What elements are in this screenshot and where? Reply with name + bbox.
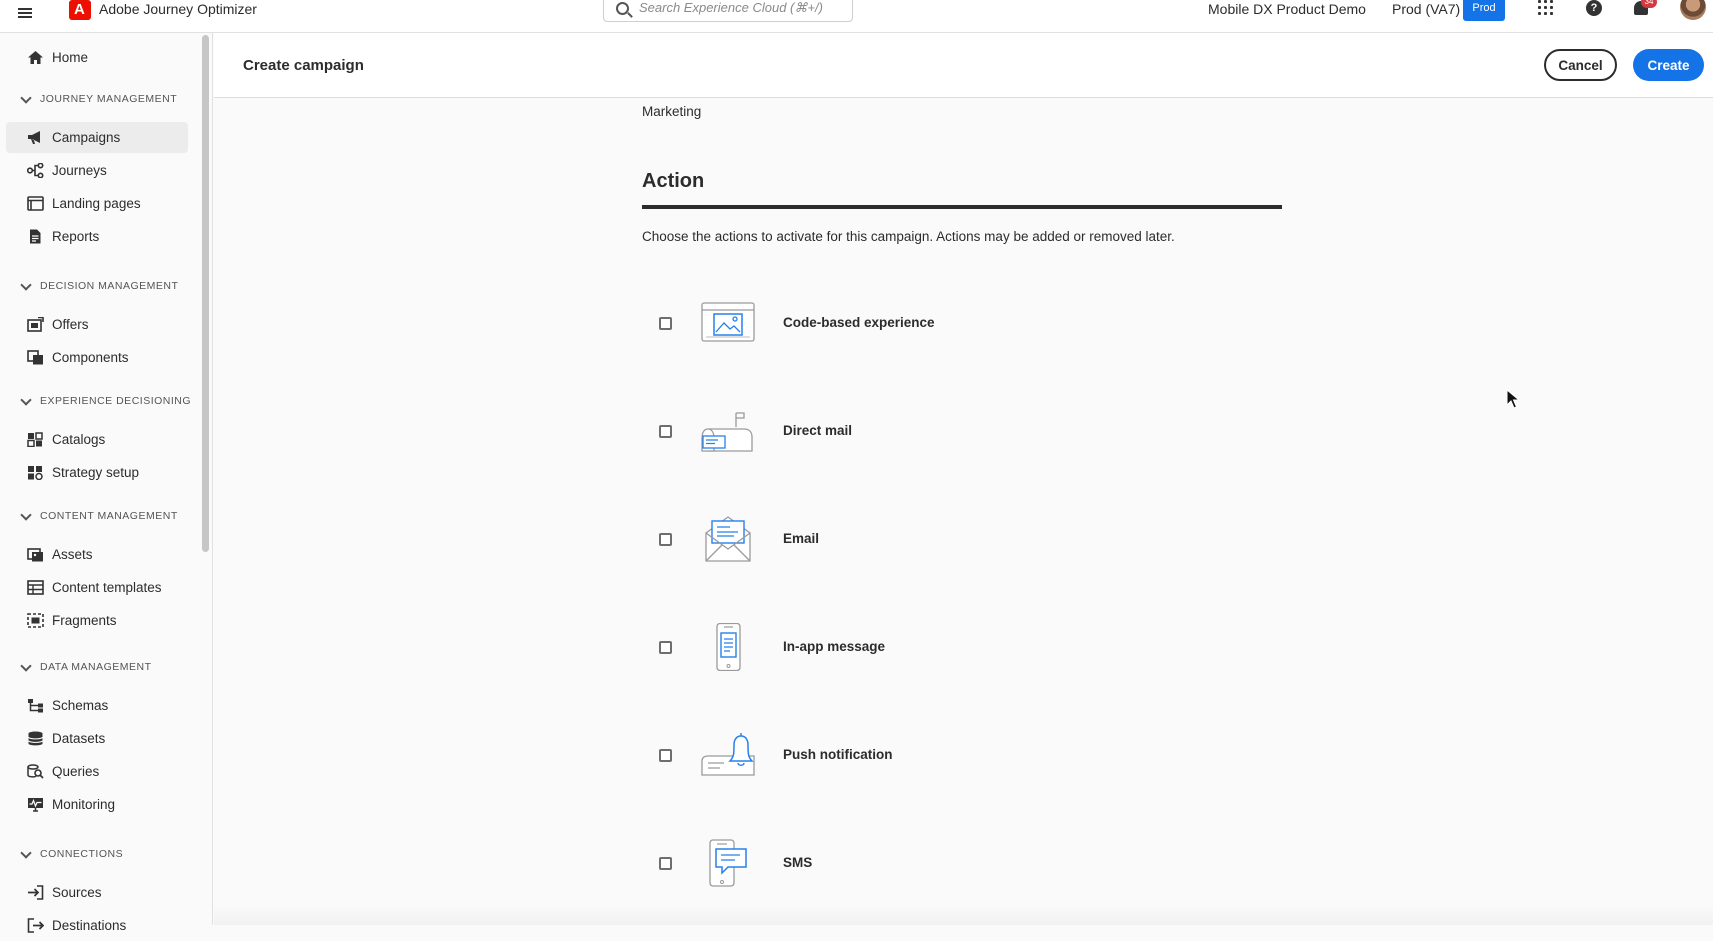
chevron-down-icon xyxy=(20,394,32,406)
sidebar-item-components[interactable]: Components xyxy=(6,342,188,373)
action-option-direct-mail[interactable]: Direct mail xyxy=(642,401,1242,461)
chevron-down-icon xyxy=(20,279,32,291)
action-option-label: Email xyxy=(783,531,820,546)
template-icon xyxy=(27,580,44,595)
section-experience-decisioning[interactable]: EXPERIENCE DECISIONING xyxy=(18,393,198,413)
sms-icon xyxy=(709,839,747,887)
sidebar-item-content-templates[interactable]: Content templates xyxy=(6,572,188,603)
action-section-heading: Action xyxy=(642,170,705,192)
page-header xyxy=(214,33,1713,98)
catalog-icon xyxy=(27,432,43,447)
mouse-cursor-icon xyxy=(1506,389,1520,409)
section-data-management[interactable]: DATA MANAGEMENT xyxy=(18,659,198,679)
action-option-push-notification[interactable]: Push notification xyxy=(642,725,1242,785)
action-option-in-app-message[interactable]: In-app message xyxy=(642,617,1242,677)
sidebar-item-strategy-setup[interactable]: Strategy setup xyxy=(6,457,188,488)
org-switcher[interactable]: Mobile DX Product Demo xyxy=(1208,1,1366,17)
cancel-button[interactable]: Cancel xyxy=(1544,49,1617,81)
phone-icon xyxy=(716,623,741,671)
destinations-icon xyxy=(27,918,44,933)
top-bar: Adobe Journey Optimizer Mobile DX Produc… xyxy=(0,0,1713,33)
sidebar-item-assets[interactable]: Assets xyxy=(6,539,188,570)
section-journey-management[interactable]: JOURNEY MANAGEMENT xyxy=(18,91,198,111)
sidebar-item-destinations[interactable]: Destinations xyxy=(6,910,188,941)
sidebar-item-offers[interactable]: Offers xyxy=(6,309,188,340)
action-option-label: In-app message xyxy=(783,639,886,654)
sidebar-item-monitoring[interactable]: Monitoring xyxy=(6,789,188,820)
sidebar-item-reports[interactable]: Reports xyxy=(6,221,188,252)
mailbox-icon xyxy=(701,412,753,452)
megaphone-icon xyxy=(28,131,40,144)
sidebar-item-catalogs[interactable]: Catalogs xyxy=(6,424,188,455)
environment-badge[interactable]: Prod xyxy=(1463,0,1505,21)
in-app-message-checkbox[interactable] xyxy=(659,641,672,654)
apps-grid-icon[interactable] xyxy=(1538,0,1554,16)
home-icon xyxy=(28,51,43,64)
adobe-logo[interactable] xyxy=(69,0,91,20)
code-based-experience-checkbox[interactable] xyxy=(659,317,672,330)
action-option-label: Code-based experience xyxy=(783,315,935,330)
sidebar-item-home[interactable]: Home xyxy=(6,42,188,73)
search-icon xyxy=(616,2,629,15)
strategy-icon xyxy=(28,466,43,480)
sources-icon xyxy=(28,885,44,900)
email-checkbox[interactable] xyxy=(659,533,672,546)
direct-mail-checkbox[interactable] xyxy=(659,425,672,438)
content-bottom-edge xyxy=(214,905,1713,925)
section-content-management[interactable]: CONTENT MANAGEMENT xyxy=(18,508,198,528)
sidebar-item-journeys[interactable]: Journeys xyxy=(6,155,188,186)
action-option-email[interactable]: Email xyxy=(642,509,1242,569)
envelope-icon xyxy=(705,516,751,562)
sidebar: Home JOURNEY MANAGEMENT Campaigns Journe… xyxy=(0,33,213,933)
search-input[interactable] xyxy=(639,0,844,15)
database-icon xyxy=(28,731,43,746)
report-icon xyxy=(30,229,41,244)
sandbox-switcher[interactable]: Prod (VA7) xyxy=(1392,1,1460,17)
push-notification-checkbox[interactable] xyxy=(659,749,672,762)
code-based-experience-icon xyxy=(701,302,755,342)
query-icon xyxy=(27,764,44,779)
sidebar-item-schemas[interactable]: Schemas xyxy=(6,690,188,721)
section-divider xyxy=(642,205,1282,209)
assets-icon xyxy=(27,548,43,562)
sidebar-item-queries[interactable]: Queries xyxy=(6,756,188,787)
user-avatar[interactable] xyxy=(1680,0,1706,20)
sidebar-item-campaigns[interactable]: Campaigns xyxy=(6,122,188,153)
sidebar-item-datasets[interactable]: Datasets xyxy=(6,723,188,754)
sidebar-item-fragments[interactable]: Fragments xyxy=(6,605,188,636)
notification-count-badge: 34 xyxy=(1641,0,1657,8)
sms-checkbox[interactable] xyxy=(659,857,672,870)
action-option-sms[interactable]: SMS xyxy=(642,833,1242,893)
section-decision-management[interactable]: DECISION MANAGEMENT xyxy=(18,278,198,298)
sidebar-item-sources[interactable]: Sources xyxy=(6,877,188,908)
search-box[interactable] xyxy=(603,0,853,22)
help-icon[interactable]: ? xyxy=(1586,0,1602,16)
chevron-down-icon xyxy=(20,92,32,104)
action-option-label: Push notification xyxy=(783,747,893,762)
action-option-label: Direct mail xyxy=(783,423,853,438)
offers-icon xyxy=(27,317,44,332)
journey-icon xyxy=(27,163,44,178)
schema-icon xyxy=(28,699,43,713)
action-description: Choose the actions to activate for this … xyxy=(642,229,1175,244)
chevron-down-icon xyxy=(20,660,32,672)
bell-icon xyxy=(701,733,755,776)
components-icon xyxy=(27,350,43,365)
action-option-code-based-experience[interactable]: Code-based experience xyxy=(642,293,1242,353)
action-option-label: SMS xyxy=(783,855,813,870)
chevron-down-icon xyxy=(20,509,32,521)
sidebar-scrollbar-thumb[interactable] xyxy=(202,35,209,552)
chevron-down-icon xyxy=(20,847,32,859)
section-connections[interactable]: CONNECTIONS xyxy=(18,846,198,866)
landing-page-icon xyxy=(27,196,44,211)
page-title: Create campaign xyxy=(243,57,364,74)
monitoring-icon xyxy=(28,798,43,812)
menu-icon[interactable] xyxy=(10,0,40,26)
app-title[interactable]: Adobe Journey Optimizer xyxy=(99,1,257,17)
sidebar-item-landing-pages[interactable]: Landing pages xyxy=(6,188,188,219)
fragment-icon xyxy=(27,613,44,628)
campaign-category-value: Marketing xyxy=(642,104,702,119)
create-button[interactable]: Create xyxy=(1633,49,1704,81)
